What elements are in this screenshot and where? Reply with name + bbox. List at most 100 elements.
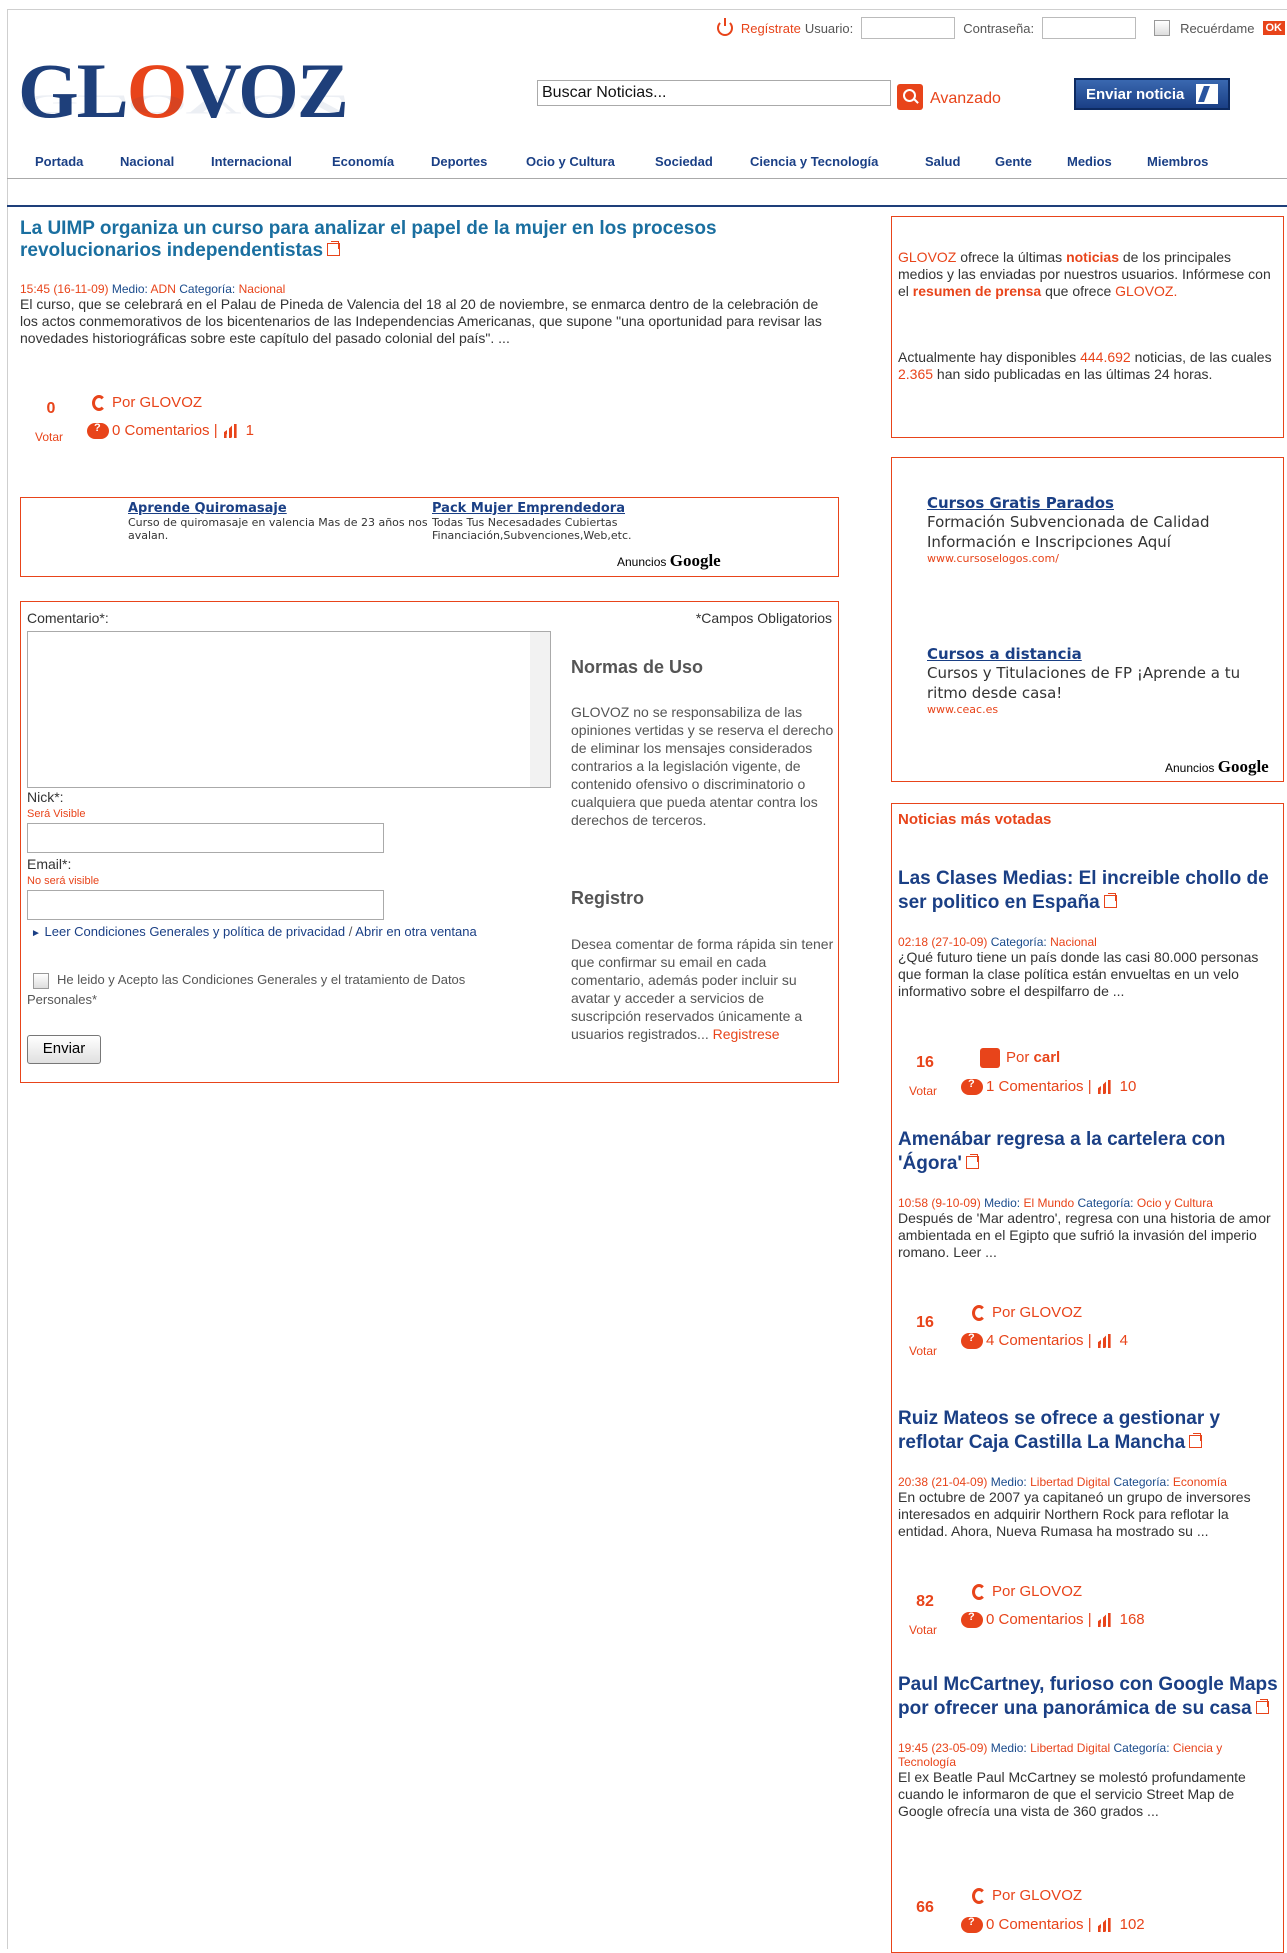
comments-icon	[961, 1611, 983, 1629]
item-author[interactable]: Por GLOVOZ	[972, 1304, 1082, 1322]
ad-pack-mujer-link[interactable]: Pack Mujer Emprendedora	[432, 501, 625, 516]
ad-cursos-distancia-link[interactable]: Cursos a distancia	[927, 645, 1082, 663]
item-stats: 4 Comentarios |4	[961, 1332, 1128, 1350]
top-item-title[interactable]: Las Clases Medias: El increible chollo d…	[898, 867, 1278, 915]
top-item: Amenábar regresa a la cartelera con 'Ágo…	[898, 1128, 1278, 1261]
comments-icon	[87, 422, 109, 440]
vote-link[interactable]: Votar	[35, 430, 63, 444]
article-author[interactable]: Por GLOVOZ	[92, 394, 202, 412]
top-voted-heading: Noticias más votadas	[898, 811, 1052, 828]
pencil-icon	[1196, 84, 1219, 104]
category-link[interactable]: Nacional	[1050, 935, 1097, 949]
comments-link[interactable]: 4 Comentarios |	[986, 1332, 1092, 1349]
registration-title: Registro	[571, 888, 645, 908]
external-link-icon[interactable]	[1103, 893, 1117, 908]
ad-cursos-gratis-url[interactable]: www.cursoselogos.com/	[927, 552, 1267, 565]
username-input[interactable]	[861, 17, 956, 39]
external-link-icon[interactable]	[1189, 1433, 1203, 1448]
top-item: Las Clases Medias: El increible chollo d…	[898, 867, 1278, 1000]
vote-count: 0	[46, 400, 56, 417]
submit-button[interactable]: Enviar	[27, 1035, 101, 1064]
ads-by-google[interactable]: Anuncios Google	[617, 551, 721, 571]
top-item-title[interactable]: Ruiz Mateos se ofrece a gestionar y refl…	[898, 1407, 1278, 1455]
glovoz-swirl-icon	[972, 1305, 986, 1322]
nav-divider	[7, 205, 1287, 207]
comments-link[interactable]: 0 Comentarios |	[986, 1611, 1092, 1628]
top-item-title[interactable]: Amenábar regresa a la cartelera con 'Ágo…	[898, 1128, 1278, 1176]
comments-icon	[961, 1078, 983, 1096]
nav-salud[interactable]: Salud	[925, 154, 960, 169]
info-text-1: GLOVOZ ofrece la últimas noticias de los…	[898, 249, 1271, 299]
ad-cursos-gratis-link[interactable]: Cursos Gratis Parados	[927, 494, 1114, 512]
nav-gente[interactable]: Gente	[995, 154, 1032, 169]
article-meta: 15:45 (16-11-09) Medio: ADN Categoría: N…	[20, 282, 286, 296]
textarea-scrollbar[interactable]	[530, 632, 550, 787]
source-link[interactable]: Libertad Digital	[1030, 1475, 1110, 1489]
stats-bars-icon	[1097, 1080, 1111, 1095]
item-stats: 1 Comentarios |10	[961, 1078, 1136, 1096]
accept-checkbox[interactable]	[33, 972, 49, 989]
nav-ocio[interactable]: Ocio y Cultura	[526, 154, 615, 169]
external-link-icon[interactable]	[1255, 1699, 1269, 1714]
register-link[interactable]: Regístrate	[741, 21, 801, 36]
comments-link[interactable]: 0 Comentarios |	[986, 1916, 1092, 1933]
login-ok-button[interactable]: OK	[1262, 21, 1285, 35]
login-bar: Regístrate Usuario: Contraseña: Recuérda…	[716, 16, 1285, 40]
external-link-icon[interactable]	[965, 1154, 979, 1169]
top-item: Ruiz Mateos se ofrece a gestionar y refl…	[898, 1407, 1278, 1540]
nav-nacional[interactable]: Nacional	[120, 154, 174, 169]
register-here-link[interactable]: Registrese	[713, 1026, 780, 1042]
search-input[interactable]: Buscar Noticias...	[537, 80, 891, 106]
category-link[interactable]: Economía	[1173, 1475, 1227, 1489]
item-author[interactable]: Por GLOVOZ	[972, 1583, 1082, 1601]
ads-by-google-side[interactable]: Anuncios Google	[1165, 757, 1269, 777]
top-item-title[interactable]: Paul McCartney, furioso con Google Maps …	[898, 1673, 1278, 1721]
nav-sociedad[interactable]: Sociedad	[655, 154, 713, 169]
comments-icon	[961, 1916, 983, 1934]
nav-portada[interactable]: Portada	[35, 154, 83, 169]
ad-quiromasaje-link[interactable]: Aprende Quiromasaje	[128, 501, 287, 516]
item-author[interactable]: Por carl	[980, 1048, 1060, 1068]
ad-cursos-distancia-url[interactable]: www.ceac.es	[927, 703, 1267, 716]
comments-link[interactable]: 0 Comentarios |	[112, 422, 218, 439]
nav-medios[interactable]: Medios	[1067, 154, 1112, 169]
accept-row: He leido y Acepto las Condiciones Genera…	[27, 972, 466, 1007]
send-news-button[interactable]: Enviar noticia	[1074, 78, 1230, 110]
power-icon	[716, 18, 733, 36]
info-box: GLOVOZ ofrece la últimas noticias de los…	[891, 216, 1284, 438]
nav-deportes[interactable]: Deportes	[431, 154, 487, 169]
conditions-link[interactable]: Leer Condiciones Generales y política de…	[45, 924, 346, 939]
vote-count: 16	[916, 1054, 934, 1071]
open-window-link[interactable]: Abrir en otra ventana	[355, 924, 476, 939]
item-stats: 0 Comentarios |102	[961, 1916, 1145, 1934]
nick-input[interactable]	[27, 823, 384, 853]
nav-internacional[interactable]: Internacional	[211, 154, 292, 169]
vote-link[interactable]: Votar	[909, 1084, 937, 1098]
stats-bars-icon	[1097, 1918, 1111, 1933]
comments-link[interactable]: 1 Comentarios |	[986, 1078, 1092, 1095]
comment-label: Comentario*:	[27, 610, 109, 626]
remember-checkbox[interactable]	[1154, 20, 1171, 36]
item-author[interactable]: Por GLOVOZ	[972, 1887, 1082, 1905]
article-source-link[interactable]: ADN	[151, 282, 176, 296]
vote-link[interactable]: Votar	[909, 1623, 937, 1637]
external-link-icon[interactable]	[327, 241, 341, 256]
source-link[interactable]: El Mundo	[1023, 1196, 1074, 1210]
item-stats: 0 Comentarios |168	[961, 1611, 1145, 1629]
category-link[interactable]: Ocio y Cultura	[1137, 1196, 1213, 1210]
article-title[interactable]: La UIMP organiza un curso para analizar …	[20, 218, 840, 262]
nav-ciencia[interactable]: Ciencia y Tecnología	[750, 154, 878, 169]
nav-economia[interactable]: Economía	[332, 154, 394, 169]
glovoz-swirl-icon	[972, 1584, 986, 1601]
article-category-link[interactable]: Nacional	[239, 282, 286, 296]
advanced-search-link[interactable]: Avanzado	[930, 90, 1001, 108]
search-icon[interactable]	[897, 84, 923, 110]
source-link[interactable]: Libertad Digital	[1030, 1741, 1110, 1755]
nav-miembros[interactable]: Miembros	[1147, 154, 1208, 169]
comment-textarea[interactable]	[27, 631, 551, 788]
stats-bars-icon	[1097, 1334, 1111, 1349]
conditions-row: ► Leer Condiciones Generales y política …	[31, 924, 477, 939]
email-input[interactable]	[27, 890, 384, 920]
vote-link[interactable]: Votar	[909, 1344, 937, 1358]
password-input[interactable]	[1042, 17, 1137, 39]
